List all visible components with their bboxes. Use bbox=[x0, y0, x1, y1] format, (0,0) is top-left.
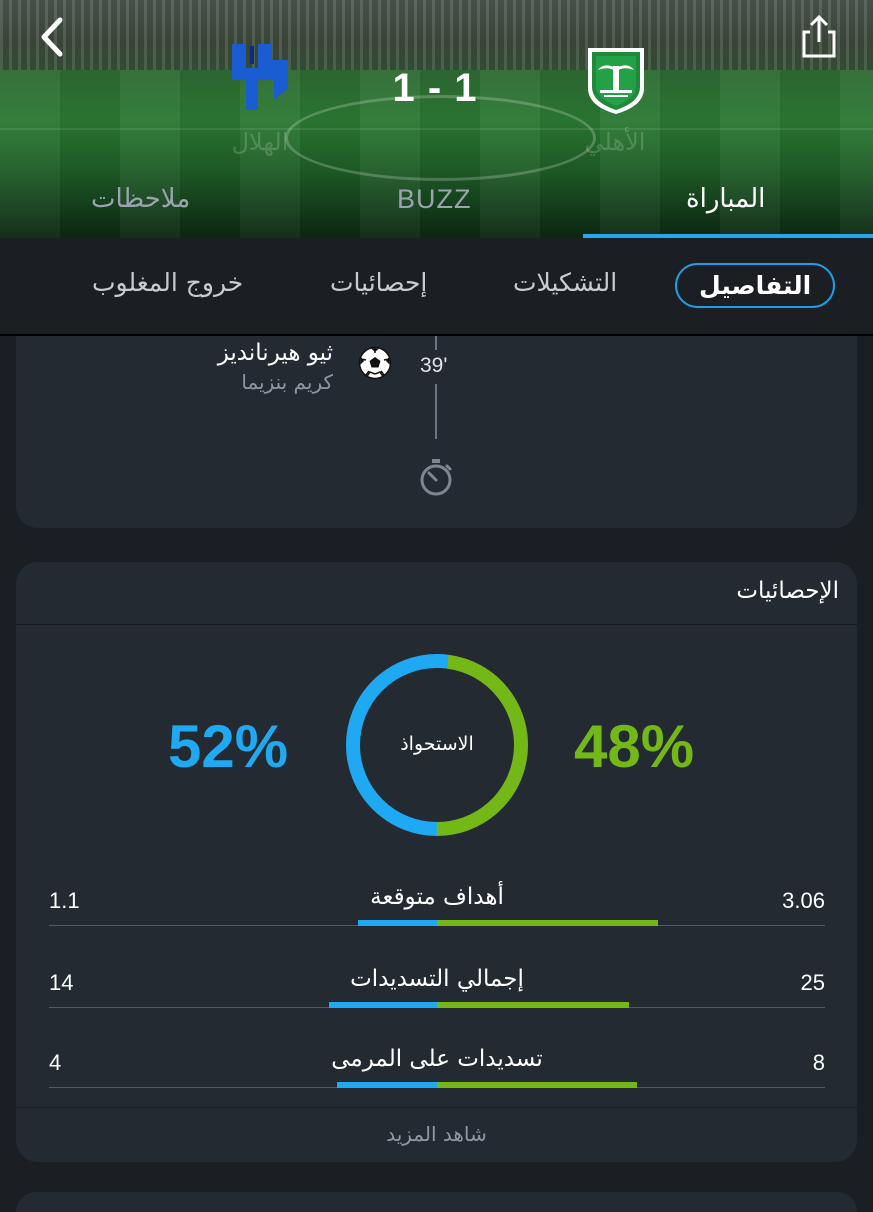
tab-notes[interactable]: ملاحظات bbox=[91, 184, 190, 214]
al-ahli-logo bbox=[582, 44, 650, 116]
match-timeline-card: 39' ثيو هيرنانديز كريم بنزيما bbox=[16, 336, 857, 528]
away-stat-bar bbox=[329, 1002, 437, 1008]
soccer-ball-icon bbox=[358, 346, 392, 380]
home-stat-value: 8 bbox=[812, 1050, 825, 1075]
match-header: 1 - 1 الهلال الأهلي ملاحظات BUZZ المبارا… bbox=[0, 0, 873, 238]
back-button[interactable] bbox=[30, 14, 76, 60]
statistics-card: الإحصائيات 52% 48% الاستحواذ 1.1 أهداف م… bbox=[16, 562, 857, 1162]
main-tab-bar: ملاحظات BUZZ المباراة bbox=[0, 178, 873, 238]
see-more-link[interactable]: شاهد المزيد bbox=[16, 1107, 857, 1162]
chevron-left-icon bbox=[41, 17, 63, 57]
stat-row-shots-on-target: 4 تسديدات على المرمى 8 bbox=[49, 1046, 825, 1112]
home-possession-percent: 48% bbox=[574, 713, 695, 780]
tab-buzz[interactable]: BUZZ bbox=[397, 184, 472, 215]
away-stat-bar bbox=[337, 1082, 437, 1088]
subtab-knockout[interactable]: خروج المغلوب bbox=[92, 268, 243, 297]
subtab-details[interactable]: التفاصيل bbox=[675, 263, 836, 308]
home-stat-bar bbox=[437, 1002, 630, 1008]
subtab-stats[interactable]: إحصائيات bbox=[330, 268, 427, 297]
home-stat-bar bbox=[437, 1082, 637, 1088]
stat-label: أهداف متوقعة bbox=[370, 884, 504, 910]
event-minute: 39' bbox=[420, 354, 448, 377]
possession-label: الاستحواذ bbox=[400, 733, 474, 755]
away-stat-bar bbox=[357, 920, 437, 926]
share-icon bbox=[802, 14, 836, 58]
away-possession-percent: 52% bbox=[168, 713, 289, 780]
away-team-name: الهلال bbox=[231, 128, 289, 156]
match-score: 1 - 1 bbox=[392, 66, 478, 110]
goal-scorer-name: ثيو هيرنانديز bbox=[217, 340, 333, 366]
statistics-card-header: الإحصائيات bbox=[16, 562, 857, 625]
sub-tab-bar: خروج المغلوب إحصائيات التشكيلات التفاصيل bbox=[0, 238, 873, 336]
al-hilal-logo bbox=[228, 40, 292, 112]
stat-row-expected-goals: 1.1 أهداف متوقعة 3.06 bbox=[49, 884, 825, 950]
share-button[interactable] bbox=[798, 14, 840, 60]
stopwatch-icon bbox=[419, 458, 453, 496]
next-card-edge bbox=[16, 1192, 857, 1212]
home-team-name: الأهلي bbox=[584, 128, 646, 156]
stat-label: إجمالي التسديدات bbox=[350, 966, 524, 992]
home-stat-value: 25 bbox=[800, 970, 825, 995]
timeline-line bbox=[435, 384, 437, 439]
stadium-crowd-background bbox=[0, 0, 873, 70]
home-stat-value: 3.06 bbox=[782, 888, 825, 913]
stat-label: تسديدات على المرمى bbox=[331, 1046, 543, 1072]
home-stat-bar bbox=[437, 920, 658, 926]
goal-assist-name: كريم بنزيما bbox=[241, 370, 333, 394]
tab-match[interactable]: المباراة bbox=[686, 184, 765, 214]
statistics-title: الإحصائيات bbox=[736, 578, 839, 604]
subtab-lineups[interactable]: التشكيلات bbox=[513, 268, 617, 297]
stat-row-total-shots: 14 إجمالي التسديدات 25 bbox=[49, 966, 825, 1032]
timeline-line bbox=[435, 336, 437, 350]
